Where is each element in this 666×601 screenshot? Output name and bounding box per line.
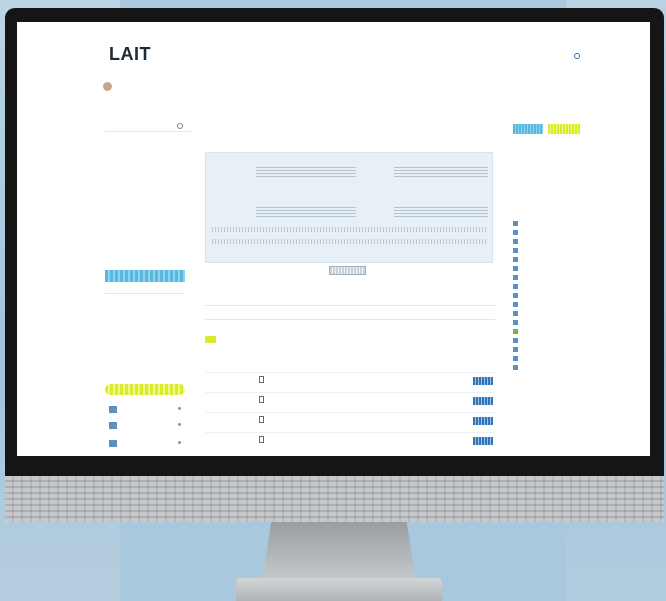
- item-icon: [513, 275, 518, 280]
- item-icon: [513, 257, 518, 262]
- screen: LAIT: [17, 22, 650, 456]
- sidebar-item[interactable]: [105, 180, 191, 191]
- primary-action-button[interactable]: [513, 124, 543, 134]
- table-row[interactable]: [205, 392, 495, 410]
- item-icon: [513, 266, 518, 271]
- info-card: [205, 152, 493, 263]
- avatar: [103, 82, 112, 91]
- filter-field[interactable]: [205, 298, 495, 306]
- table-row[interactable]: [205, 372, 495, 390]
- notice-icon: [205, 336, 216, 343]
- sidebar-item[interactable]: [105, 194, 191, 205]
- table-row[interactable]: [205, 432, 495, 450]
- item-icon: [513, 329, 518, 334]
- sidebar-item[interactable]: [105, 302, 191, 313]
- item-icon: [513, 284, 518, 289]
- row-action-button[interactable]: [473, 377, 493, 385]
- mini-item[interactable]: [109, 438, 185, 452]
- mini-item[interactable]: [109, 420, 185, 434]
- right-item[interactable]: [513, 355, 597, 364]
- item-icon: [513, 248, 518, 253]
- mini-item[interactable]: [109, 404, 185, 418]
- more-icon[interactable]: [178, 441, 181, 444]
- sidebar-item[interactable]: [105, 138, 191, 149]
- folder-icon: [109, 440, 117, 447]
- sidebar-item[interactable]: [105, 338, 191, 349]
- sidebar-item[interactable]: [105, 222, 191, 233]
- info-text-block: [256, 167, 356, 177]
- right-item[interactable]: [513, 328, 597, 337]
- info-text-block: [394, 207, 488, 217]
- row-action-button[interactable]: [473, 437, 493, 445]
- right-item[interactable]: [513, 229, 597, 238]
- monitor-chin: [5, 476, 664, 522]
- item-icon: [513, 320, 518, 325]
- more-icon[interactable]: [178, 423, 181, 426]
- tab-active[interactable]: [329, 266, 366, 275]
- right-item[interactable]: [513, 256, 597, 265]
- right-item[interactable]: [513, 247, 597, 256]
- help-icon: [574, 53, 580, 59]
- info-notice: [205, 336, 220, 344]
- document-icon: [259, 396, 264, 403]
- sidebar-item[interactable]: [105, 166, 191, 177]
- monitor-stand-neck: [262, 522, 416, 582]
- highlight-button[interactable]: [105, 384, 185, 395]
- folder-icon: [109, 406, 117, 413]
- filter-input[interactable]: [205, 312, 495, 320]
- right-item[interactable]: [513, 220, 597, 229]
- monitor-stand-foot: [236, 578, 442, 601]
- top-help-link[interactable]: [574, 53, 582, 59]
- right-item[interactable]: [513, 283, 597, 292]
- sidebar-item[interactable]: [105, 152, 191, 163]
- sidebar-item[interactable]: [105, 208, 191, 219]
- item-icon: [513, 338, 518, 343]
- document-icon: [259, 436, 264, 443]
- sidebar-item-active[interactable]: [105, 270, 185, 282]
- more-icon[interactable]: [178, 407, 181, 410]
- sidebar-item[interactable]: [105, 320, 191, 331]
- info-text-block: [256, 207, 356, 217]
- row-action-button[interactable]: [473, 397, 493, 405]
- item-icon: [513, 293, 518, 298]
- document-icon: [259, 416, 264, 423]
- info-text-block: [394, 167, 488, 177]
- right-item[interactable]: [513, 301, 597, 310]
- item-icon: [513, 230, 518, 235]
- right-item[interactable]: [513, 310, 597, 319]
- item-icon: [513, 302, 518, 307]
- item-icon: [513, 239, 518, 244]
- right-item[interactable]: [513, 274, 597, 283]
- right-item[interactable]: [513, 346, 597, 355]
- search-icon[interactable]: [177, 123, 183, 129]
- item-icon: [513, 365, 518, 370]
- item-icon: [513, 311, 518, 316]
- item-icon: [513, 347, 518, 352]
- right-item[interactable]: [513, 337, 597, 346]
- sidebar-search[interactable]: [105, 122, 191, 132]
- item-icon: [513, 221, 518, 226]
- row-action-button[interactable]: [473, 417, 493, 425]
- sidebar-tab[interactable]: [105, 284, 185, 294]
- sidebar-item[interactable]: [105, 250, 191, 261]
- document-icon: [259, 376, 264, 383]
- info-text-line: [212, 239, 488, 244]
- right-item[interactable]: [513, 364, 597, 373]
- app-logo[interactable]: LAIT: [109, 44, 151, 65]
- sidebar-item[interactable]: [105, 236, 191, 247]
- right-item[interactable]: [513, 265, 597, 274]
- secondary-action-button[interactable]: [548, 124, 580, 134]
- folder-icon: [109, 422, 117, 429]
- right-item[interactable]: [513, 238, 597, 247]
- tab-bar: [205, 266, 495, 278]
- item-icon: [513, 356, 518, 361]
- table-row[interactable]: [205, 412, 495, 430]
- right-item[interactable]: [513, 319, 597, 328]
- info-text-line: [212, 227, 488, 232]
- right-item[interactable]: [513, 292, 597, 301]
